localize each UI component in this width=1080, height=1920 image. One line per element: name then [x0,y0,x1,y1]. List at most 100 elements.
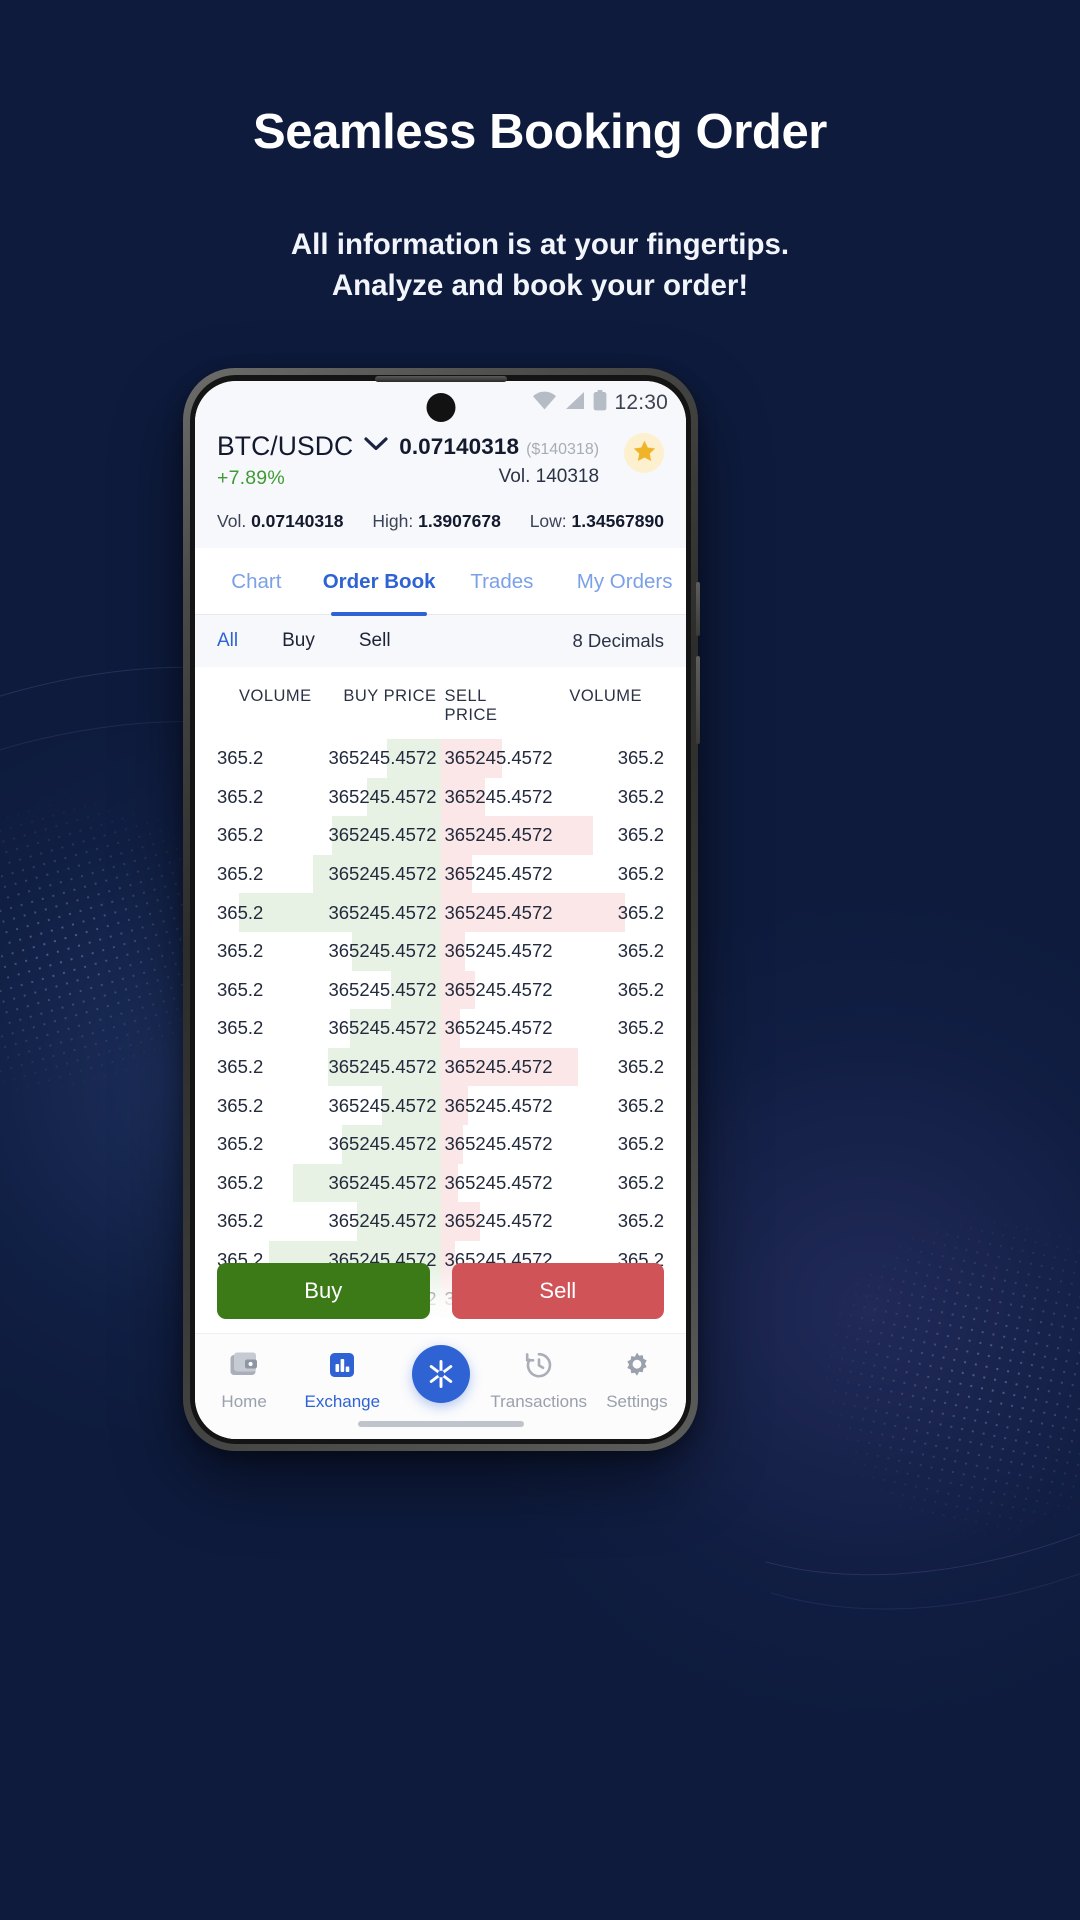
gear-icon [622,1351,652,1384]
pair-name: BTC/USDC [217,431,354,461]
orderbook-row[interactable]: 365.2 365245.4572 365245.4572 365.2 [195,1163,686,1203]
cell-sell-volume: 365.2 [617,785,664,807]
phone-screen: 12:30 BTC/USDC +7.89% 0.07140318 ($14031… [195,381,686,1439]
cell-sell-volume: 365.2 [617,1094,664,1116]
battery-icon [593,390,607,416]
promo-subtitle-line-2: Analyze and book your order! [331,269,749,303]
wifi-icon [532,391,557,415]
cell-buy-volume: 365.2 [217,1210,264,1232]
cell-sell-price: 365245.4572 [444,1210,553,1232]
orderbook-row[interactable]: 365.2 365245.4572 365245.4572 365.2 [195,777,686,817]
orderbook-row[interactable]: 365.2 365245.4572 365245.4572 365.2 [195,816,686,855]
orderbook-row[interactable]: 365.2 365245.4572 365245.4572 365.2 [195,1124,686,1164]
last-price: 0.07140318 [399,434,520,459]
cell-buy-price: 365245.4572 [328,824,437,846]
orderbook-row[interactable]: 365.2 365245.4572 365245.4572 365.2 [195,739,686,778]
nav-label-exchange: Exchange [304,1392,381,1411]
ticker-stats-row: Vol. 0.07140318 High: 1.3907678 Low: 1.3… [217,490,664,548]
orderbook-row[interactable]: 365.2 365245.4572 365245.4572 365.2 [195,1047,686,1087]
cell-buy-volume: 365.2 [217,901,264,923]
orderbook-column-headers: VOLUME BUY PRICE SELL PRICE VOLUME [195,667,686,739]
cell-sell-volume: 365.2 [617,940,664,962]
cell-sell-price: 365245.4572 [444,1171,553,1193]
orderbook-row[interactable]: 365.2 365245.4572 365245.4572 365.2 [195,1009,686,1048]
cell-sell-price: 365245.4572 [444,747,553,769]
cell-buy-price: 365245.4572 [328,1017,437,1039]
nav-item-settings[interactable]: Settings [588,1351,686,1412]
cell-sell-price: 365245.4572 [444,1094,553,1116]
nav-label-settings: Settings [606,1392,668,1411]
cell-buy-volume: 365.2 [217,940,264,962]
cell-sell-volume: 365.2 [617,1171,664,1193]
price-info: 0.07140318 ($140318) Vol. 140318 [399,431,599,488]
nav-item-home[interactable]: Home [195,1351,293,1412]
sell-button[interactable]: Sell [451,1263,664,1319]
filter-sell[interactable]: Sell [359,630,391,652]
signal-icon [564,391,586,415]
cell-buy-volume: 365.2 [217,1056,264,1078]
cell-buy-price: 365245.4572 [328,1171,437,1193]
decimals-selector[interactable]: 8 Decimals [573,630,665,652]
front-camera-punch-hole [426,393,455,422]
home-indicator [357,1421,524,1427]
cell-sell-volume: 365.2 [617,863,664,885]
tab-my-orders[interactable]: My Orders [563,548,686,614]
orderbook-row[interactable]: 365.2 365245.4572 365245.4572 365.2 [195,893,686,932]
nav-item-transactions[interactable]: Transactions [490,1351,588,1412]
cell-sell-price: 365245.4572 [444,901,553,923]
cell-sell-price: 365245.4572 [444,1133,553,1155]
favorite-button[interactable] [624,433,664,473]
swap-fab-icon[interactable] [411,1345,470,1403]
cell-buy-price: 365245.4572 [328,940,437,962]
tab-trades[interactable]: Trades [441,548,564,614]
stat-low: Low: 1.34567890 [529,511,664,531]
filter-all[interactable]: All [217,630,238,652]
promo-title: Seamless Booking Order [253,105,827,159]
cell-buy-price: 365245.4572 [328,1094,437,1116]
column-header-sell-volume: VOLUME [569,687,642,705]
ticker-volume: Vol. 140318 [498,466,600,487]
nav-label-transactions: Transactions [490,1392,588,1411]
orderbook-row[interactable]: 365.2 365245.4572 365245.4572 365.2 [195,931,686,971]
filter-buy[interactable]: Buy [282,630,315,652]
cell-buy-price: 365245.4572 [328,978,437,1000]
status-bar-clock: 12:30 [614,391,668,414]
column-header-sell-price: SELL PRICE [444,687,498,724]
history-icon [524,1351,554,1384]
tab-order-book[interactable]: Order Book [318,548,441,616]
orderbook-row[interactable]: 365.2 365245.4572 365245.4572 365.2 [195,1202,686,1241]
wallet-icon [229,1351,259,1384]
cell-sell-price: 365245.4572 [444,863,553,885]
tab-chart[interactable]: Chart [195,548,318,614]
pair-selector[interactable]: BTC/USDC [217,431,388,462]
cell-buy-volume: 365.2 [217,1171,264,1193]
cell-sell-volume: 365.2 [617,824,664,846]
column-header-buy-price: BUY PRICE [343,687,437,705]
orderbook-row[interactable]: 365.2 365245.4572 365245.4572 365.2 [195,970,686,1010]
ticker-header: BTC/USDC +7.89% 0.07140318 ($140318) Vol… [195,425,686,548]
cell-sell-volume: 365.2 [617,1133,664,1155]
cell-sell-price: 365245.4572 [444,940,553,962]
cell-sell-volume: 365.2 [617,1056,664,1078]
buy-button[interactable]: Buy [217,1263,430,1319]
cell-buy-price: 365245.4572 [328,1133,437,1155]
pair-info: BTC/USDC +7.89% [217,431,388,490]
cell-sell-volume: 365.2 [617,901,664,923]
cell-buy-price: 365245.4572 [328,863,437,885]
cell-buy-price: 365245.4572 [328,1210,437,1232]
orderbook-list[interactable]: 365.2 365245.4572 365245.4572 365.2 365.2 365… [195,739,686,1333]
status-bar: 12:30 [195,381,686,425]
nav-label-home: Home [221,1392,267,1411]
nav-item-exchange[interactable]: Exchange [293,1351,391,1412]
order-action-bar: Buy Sell [195,1263,686,1333]
chevron-down-icon[interactable] [364,437,388,456]
orderbook-row[interactable]: 365.2 365245.4572 365245.4572 365.2 [195,854,686,894]
cell-buy-price: 365245.4572 [328,747,437,769]
nav-item-swap-fab[interactable] [391,1345,489,1403]
orderbook-row[interactable]: 365.2 365245.4572 365245.4572 365.2 [195,1086,686,1125]
cell-buy-volume: 365.2 [217,1133,264,1155]
cell-buy-price: 365245.4572 [328,785,437,807]
stat-volume: Vol. 0.07140318 [217,511,344,531]
cell-buy-volume: 365.2 [217,824,264,846]
cell-buy-price: 365245.4572 [328,901,437,923]
